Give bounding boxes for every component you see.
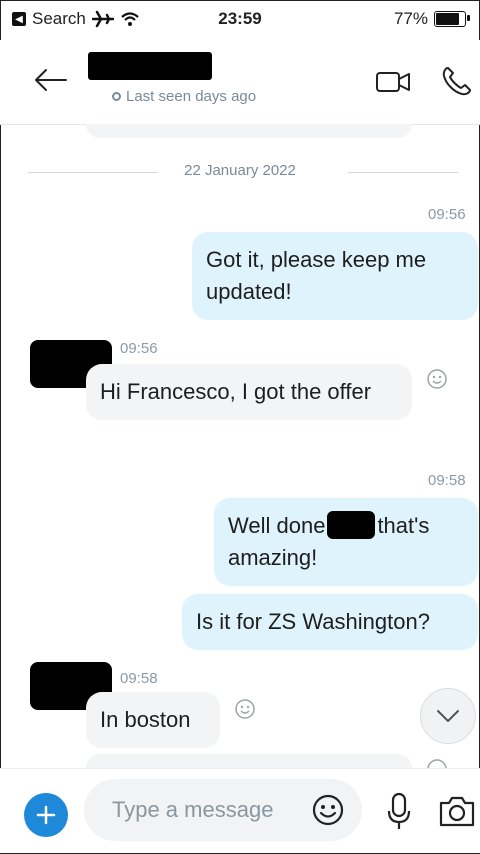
scroll-to-bottom-button[interactable]: [420, 688, 476, 744]
mention-redacted: [327, 511, 376, 539]
message-list[interactable]: 22 January 2022 09:56 Got it, please kee…: [0, 124, 480, 768]
video-call-icon: [376, 72, 410, 92]
message-time: 09:56: [428, 206, 466, 223]
message-time: 09:56: [120, 340, 158, 357]
chevron-down-icon: [437, 710, 459, 722]
back-button[interactable]: [30, 60, 70, 100]
message-input[interactable]: Type a message: [84, 779, 362, 841]
outgoing-message-bubble[interactable]: Got it, please keep me updated!: [192, 232, 478, 320]
message-time: 09:58: [428, 472, 466, 489]
presence-status: Last seen days ago: [112, 88, 256, 105]
message-text-part: Well done: [228, 513, 326, 538]
last-seen-text: Last seen days ago: [126, 88, 257, 105]
microphone-icon[interactable]: [386, 791, 412, 831]
add-reaction-icon[interactable]: [234, 698, 256, 720]
phone-icon: [442, 67, 471, 96]
chat-header: Last seen days ago: [0, 40, 480, 125]
incoming-message-bubble[interactable]: In boston: [86, 692, 220, 748]
camera-icon[interactable]: [438, 793, 476, 829]
audio-call-button[interactable]: [438, 64, 474, 100]
message-composer: Type a message: [0, 768, 480, 853]
add-reaction-icon[interactable]: [426, 368, 448, 390]
status-bar: ◀ Search 23:59 77%: [0, 0, 480, 40]
add-attachment-button[interactable]: [24, 793, 68, 837]
presence-dot-icon: [112, 92, 121, 101]
video-call-button[interactable]: [374, 66, 414, 98]
arrow-left-icon: [35, 69, 67, 91]
add-reaction-icon[interactable]: [426, 758, 448, 768]
outgoing-message-bubble[interactable]: Is it for ZS Washington?: [182, 594, 478, 650]
message-time: 09:58: [120, 670, 158, 687]
incoming-message-bubble[interactable]: Hi Francesco, I got the offer: [86, 364, 412, 420]
battery-icon: [434, 11, 470, 27]
battery-percent: 77%: [393, 9, 428, 28]
outgoing-message-bubble[interactable]: Well done that's amazing!: [214, 498, 478, 586]
incoming-message-bubble-partial[interactable]: [86, 754, 412, 768]
date-separator: 22 January 2022: [0, 160, 480, 184]
message-input-placeholder: Type a message: [112, 797, 274, 822]
previous-message-bubble[interactable]: [86, 124, 412, 138]
smiley-icon[interactable]: [310, 792, 346, 828]
contact-name-redacted[interactable]: [88, 52, 212, 80]
battery-level: [436, 13, 460, 25]
date-separator-text: 22 January 2022: [184, 162, 296, 179]
status-right: 77%: [393, 9, 470, 29]
plus-icon: [36, 805, 56, 825]
